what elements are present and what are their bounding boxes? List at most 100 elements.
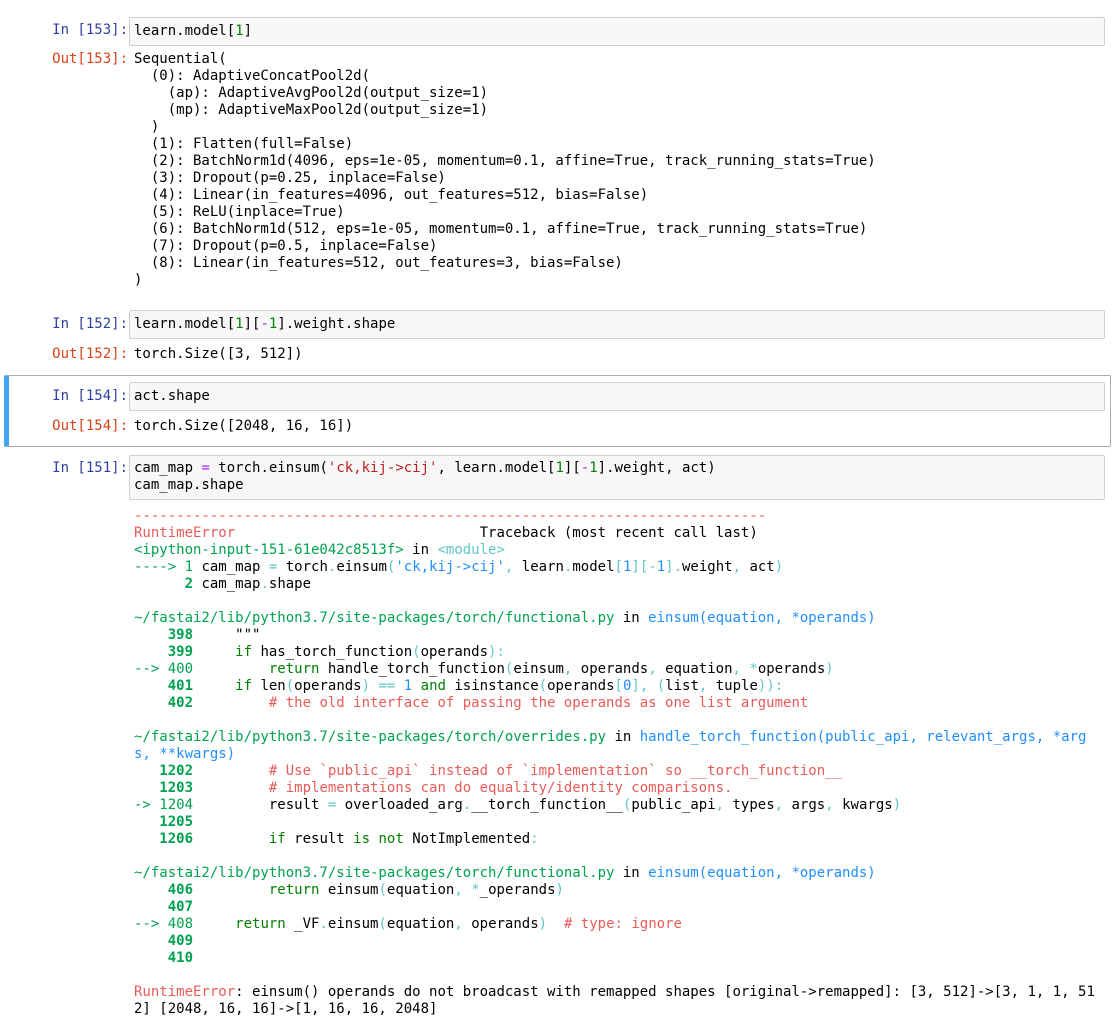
final-error-cont: 2] [2048, 16, 16]->[1, 16, 16, 2048] [134,1001,438,1017]
frame2-line: 1203 # implementations can do equality/i… [134,780,732,797]
cell-153-input-area[interactable]: learn.model[1] [129,17,1105,46]
frame2-line: -> 1204 result = overloaded_arg.__torch_… [134,797,901,814]
cell-154-input-area[interactable]: act.shape [129,382,1105,411]
cell-153-out-prompt: Out[153]: [52,51,128,67]
frame1-line: 402 # the old interface of passing the o… [134,695,809,712]
output-line: (0): AdaptiveConcatPool2d( [134,68,371,84]
line-number: 409 [134,933,202,949]
output-line: (6): BatchNorm1d(512, eps=1e-05, momentu… [134,221,868,237]
traceback-frame3: ~/fastai2/lib/python3.7/site-packages/to… [134,865,876,881]
frame3-line: 409 [134,933,201,950]
final-error-msg: : einsum() operands do not broadcast wit… [235,984,1095,1000]
output-line: (2): BatchNorm1d(4096, eps=1e-05, moment… [134,153,876,169]
traceback-separator: ----------------------------------------… [134,508,767,524]
traceback-frame0-line2: 2 cam_map.shape [134,576,311,593]
traceback-frame2-cont: s, **kwargs) [134,746,236,762]
cell-151-code-line-2: cam_map.shape [134,477,244,493]
cell-151-code-line-1: cam_map = torch.einsum('ck,kij->cij', le… [134,460,716,476]
traceback-frame0-line1: ----> 1 cam_map = torch.einsum('ck,kij->… [134,559,783,576]
frame2-line: 1206 if result is not NotImplemented: [134,831,539,848]
cell-151-code[interactable]: cam_map = torch.einsum('ck,kij->cij', le… [134,460,716,494]
frame2-line: 1205 [134,814,201,831]
line-number: --> 400 [134,661,202,677]
cell-152-in-prompt: In [152]: [52,316,128,332]
output-line: ) [134,119,160,135]
line-code: return einsum(equation, *_operands) [268,882,564,898]
frame3-func: einsum(equation, *operands) [648,865,876,881]
frame2-line: 1202 # Use `public_api` instead of `impl… [134,763,842,780]
line-code: return handle_torch_function(einsum, ope… [268,661,834,677]
line-number: 1203 [134,780,202,796]
cell-152-input-area[interactable]: learn.model[1][-1].weight.shape [129,310,1105,339]
cell-151-in-prompt: In [151]: [52,460,128,476]
line-number: -> 1204 [134,797,202,813]
output-line: (7): Dropout(p=0.5, inplace=False) [134,238,438,254]
cell-154-out-prompt: Out[154]: [52,418,128,434]
output-line: (4): Linear(in_features=4096, out_featur… [134,187,649,203]
line-number: 401 [134,678,202,694]
line-code: if result is not NotImplemented: [268,831,539,847]
cell-154-code[interactable]: act.shape [134,388,210,404]
frame0-line2-no: 2 [134,576,202,592]
frame0-file: <ipython-input-151-61e042c8513f> [134,542,404,558]
cell-151-input-area[interactable]: cam_map = torch.einsum('ck,kij->cij', le… [129,455,1105,500]
frame1-line: --> 400 return handle_torch_function(ein… [134,661,834,678]
output-line: (3): Dropout(p=0.25, inplace=False) [134,170,446,186]
line-number: 399 [134,644,202,660]
traceback-frame0: <ipython-input-151-61e042c8513f> in <mod… [134,542,505,559]
line-number: 398 [134,627,202,643]
frame3-file: ~/fastai2/lib/python3.7/site-packages/to… [134,865,615,881]
output-line: (ap): AdaptiveAvgPool2d(output_size=1) [134,85,489,101]
line-number: 406 [134,882,202,898]
line-code: # Use `public_api` instead of `implement… [201,763,843,779]
frame1-func: einsum(equation, *operands) [648,610,876,626]
frame3-line: 410 [134,950,201,967]
line-code: if len(operands) == 1 and isinstance(ope… [235,678,784,694]
frame0-line2-code: cam_map.shape [201,576,312,592]
traceback-header-right: Traceback (most recent call last) [479,525,758,541]
line-code: if has_torch_function(operands): [235,644,505,660]
frame1-line: 399 if has_torch_function(operands): [134,644,505,661]
cell-152-out-prompt: Out[152]: [52,346,128,362]
traceback-header: RuntimeError Traceback (most recent call… [134,525,758,542]
cell-152-code[interactable]: learn.model[1][-1].weight.shape [134,316,395,332]
final-error: RuntimeError: einsum() operands do not b… [134,984,1095,1001]
frame3-line: --> 408 return _VF.einsum(equation, oper… [134,916,682,933]
cell-153-in-prompt: In [153]: [52,22,128,38]
frame3-line: 407 [134,899,201,916]
line-number: 1206 [134,831,202,847]
line-number: 410 [134,950,202,966]
frame2-file: ~/fastai2/lib/python3.7/site-packages/to… [134,729,607,745]
line-number: --> 408 [134,916,202,932]
cell-153-code[interactable]: learn.model[1] [134,23,252,39]
frame1-line: 401 if len(operands) == 1 and isinstance… [134,678,783,695]
cell-154-code-text: act.shape [134,388,210,404]
cell-154-in-prompt: In [154]: [52,388,128,404]
output-line: torch.Size([2048, 16, 16]) [134,418,354,434]
output-line: (5): ReLU(inplace=True) [134,204,345,220]
output-line: (1): Flatten(full=False) [134,136,354,152]
frame0-module: <module> [437,542,505,558]
cell-153-code-text: learn.model[1] [134,23,253,39]
output-line: (mp): AdaptiveMaxPool2d(output_size=1) [134,102,489,118]
frame0-arrow: ----> 1 [134,559,202,575]
line-number: 407 [134,899,202,915]
output-line: (8): Linear(in_features=512, out_feature… [134,255,623,271]
line-code: """ [201,627,261,643]
frame0-line1-code: cam_map = torch.einsum('ck,kij->cij', le… [201,559,784,575]
frame2-func: handle_torch_function(public_api, releva… [639,729,1087,745]
line-code: # the old interface of passing the opera… [201,695,809,711]
line-number: 1202 [134,763,202,779]
cell-152-code-text: learn.model[1][-1].weight.shape [134,316,396,332]
line-number: 402 [134,695,202,711]
line-number: 1205 [134,814,202,830]
output-line: ) [134,272,143,288]
traceback-error-name: RuntimeError [134,525,236,541]
output-line: torch.Size([3, 512]) [134,346,303,362]
frame0-in: in [403,542,438,558]
output-line: Sequential( [134,51,227,67]
traceback-frame1: ~/fastai2/lib/python3.7/site-packages/to… [134,610,876,626]
frame3-line: 406 return einsum(equation, *_operands) [134,882,564,899]
line-code: result = overloaded_arg.__torch_function… [201,797,902,813]
frame1-file: ~/fastai2/lib/python3.7/site-packages/to… [134,610,615,626]
